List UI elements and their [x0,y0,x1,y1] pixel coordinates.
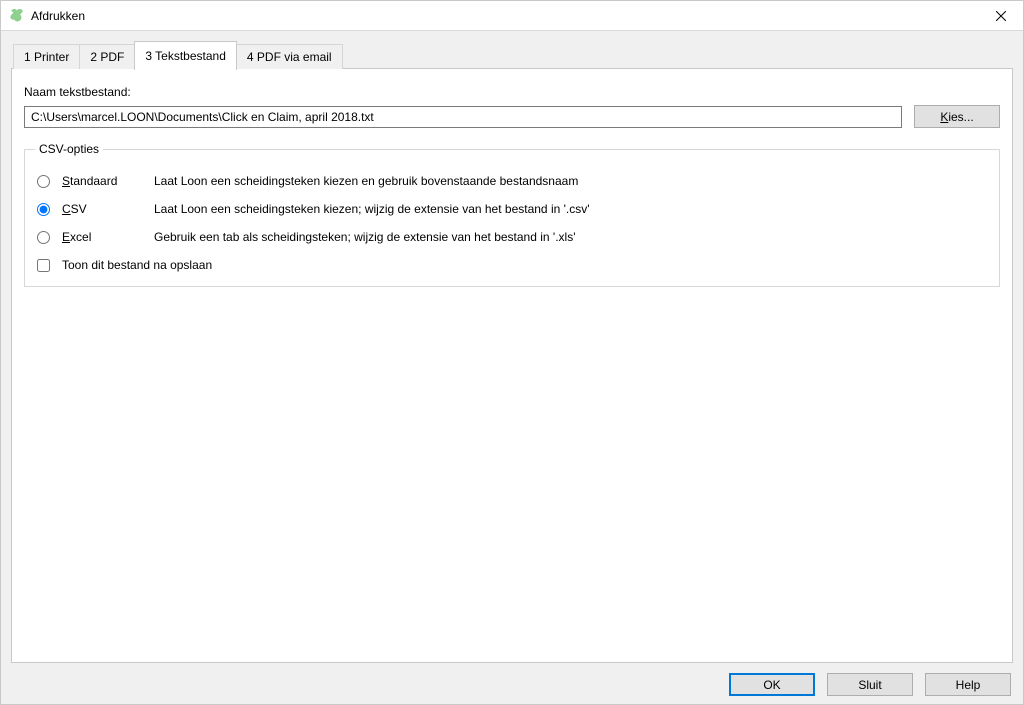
filename-row: Kies... [24,105,1000,128]
radio-standaard[interactable] [37,175,50,188]
radio-csv-label: CSV [62,202,146,216]
show-after-save-row: Toon dit bestand na opslaan [35,258,989,272]
csv-options-legend: CSV-opties [35,142,103,156]
tab-pdf[interactable]: 2 PDF [79,44,135,69]
radio-excel-desc: Gebruik een tab als scheidingsteken; wij… [154,230,576,244]
tab-page-tekstbestand: Naam tekstbestand: Kies... CSV-opties St… [11,68,1013,663]
window-title: Afdrukken [31,9,978,23]
dialog-body: 1 Printer 2 PDF 3 Tekstbestand 4 PDF via… [1,31,1023,704]
tab-printer[interactable]: 1 Printer [13,44,80,69]
radio-csv-desc: Laat Loon een scheidingsteken kiezen; wi… [154,202,590,216]
radio-standaard-desc: Laat Loon een scheidingsteken kiezen en … [154,174,578,188]
radio-excel-label: Excel [62,230,146,244]
filename-label: Naam tekstbestand: [24,85,1000,99]
tab-tekstbestand[interactable]: 3 Tekstbestand [134,41,237,70]
titlebar: Afdrukken [1,1,1023,31]
close-button[interactable]: Sluit [827,673,913,696]
window-close-button[interactable] [978,1,1023,30]
radio-row-csv: CSV Laat Loon een scheidingsteken kiezen… [35,202,989,216]
tab-strip: 1 Printer 2 PDF 3 Tekstbestand 4 PDF via… [11,41,1013,69]
dialog-button-bar: OK Sluit Help [11,663,1013,698]
ok-button[interactable]: OK [729,673,815,696]
show-after-save-label: Toon dit bestand na opslaan [62,258,212,272]
tab-pdf-via-email[interactable]: 4 PDF via email [236,44,343,69]
radio-excel[interactable] [37,231,50,244]
radio-standaard-label: Standaard [62,174,146,188]
close-icon [996,11,1006,21]
show-after-save-checkbox[interactable] [37,259,50,272]
radio-csv[interactable] [37,203,50,216]
print-dialog: Afdrukken 1 Printer 2 PDF 3 Tekstbestand… [0,0,1024,705]
app-icon [9,8,25,24]
filename-input[interactable] [24,106,902,128]
help-button[interactable]: Help [925,673,1011,696]
choose-file-button[interactable]: Kies... [914,105,1000,128]
radio-row-excel: Excel Gebruik een tab als scheidingsteke… [35,230,989,244]
csv-options-group: CSV-opties Standaard Laat Loon een schei… [24,142,1000,287]
radio-row-standaard: Standaard Laat Loon een scheidingsteken … [35,174,989,188]
